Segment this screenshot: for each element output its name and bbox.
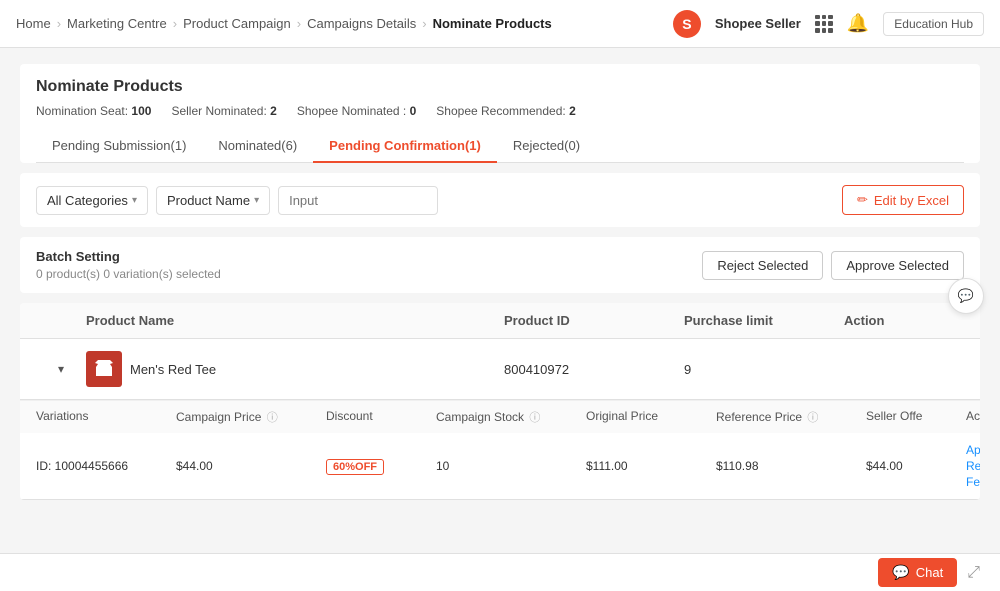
reject-selected-button[interactable]: Reject Selected <box>702 251 823 280</box>
edu-hub-button[interactable]: Education Hub <box>883 12 984 36</box>
approve-selected-button[interactable]: Approve Selected <box>831 251 964 280</box>
purchase-limit-cell: 9 <box>684 362 844 377</box>
header-action: Action <box>844 313 964 328</box>
approve-link[interactable]: Approve <box>966 443 980 457</box>
campaign-stock-info-icon[interactable]: ⓘ <box>529 412 540 424</box>
var-header-campaign-stock: Campaign Stock ⓘ <box>436 409 586 425</box>
breadcrumb-product-campaign[interactable]: Product Campaign <box>183 16 291 31</box>
table-header-row: Product Name Product ID Purchase limit A… <box>20 303 980 339</box>
nomination-stats: Nomination Seat: 100 Seller Nominated: 2… <box>36 104 964 118</box>
variation-campaign-price: $44.00 <box>176 459 326 473</box>
edit-pencil-icon: ✏ <box>857 192 868 208</box>
shopee-nominated-stat: Shopee Nominated : 0 <box>297 104 416 118</box>
header-purchase-limit: Purchase limit <box>684 313 844 328</box>
chat-icon: 💬 <box>892 564 909 581</box>
seller-nominated-stat: Seller Nominated: 2 <box>171 104 276 118</box>
discount-badge: 60%OFF <box>326 459 384 475</box>
seller-name: Shopee Seller <box>715 16 801 31</box>
filter-bar: All Categories ▾ Product Name ▾ ✏ Edit b… <box>20 173 980 227</box>
row-expand-icon[interactable]: ▾ <box>36 362 86 376</box>
variation-original-price: $111.00 <box>586 459 716 473</box>
shopee-logo: S <box>673 10 701 38</box>
page-header: Nominate Products Nomination Seat: 100 S… <box>20 64 980 163</box>
tab-pending-submission[interactable]: Pending Submission(1) <box>36 130 202 163</box>
apps-grid-icon[interactable] <box>815 15 833 33</box>
variation-actions: Approve Reject Feedback <box>966 443 980 489</box>
main-content: Nominate Products Nomination Seat: 100 S… <box>0 48 1000 591</box>
product-name-select[interactable]: Product Name ▾ <box>156 186 270 215</box>
breadcrumb-nominate-products: Nominate Products <box>433 16 552 31</box>
var-header-reference-price: Reference Price ⓘ <box>716 409 866 425</box>
batch-subtitle: 0 product(s) 0 variation(s) selected <box>36 267 221 281</box>
variation-seller-offer: $44.00 <box>866 459 966 473</box>
feedback-link[interactable]: Feedback <box>966 475 980 489</box>
var-header-campaign-price: Campaign Price ⓘ <box>176 409 326 425</box>
var-header-action: Action <box>966 409 980 425</box>
variation-reference-price: $110.98 <box>716 459 866 473</box>
product-thumbnail <box>86 351 122 387</box>
breadcrumb-marketing[interactable]: Marketing Centre <box>67 16 167 31</box>
reject-link[interactable]: Reject <box>966 459 980 473</box>
edit-by-excel-button[interactable]: ✏ Edit by Excel <box>842 185 964 215</box>
var-header-original-price: Original Price <box>586 409 716 425</box>
product-id-cell: 800410972 <box>504 362 684 377</box>
filter-left: All Categories ▾ Product Name ▾ <box>36 186 438 215</box>
variation-id: ID: 10004455666 <box>36 459 176 473</box>
top-nav: Home › Marketing Centre › Product Campai… <box>0 0 1000 48</box>
table-row: ▾ Men's Red Tee 800410972 9 <box>20 339 980 400</box>
product-name-chevron-icon: ▾ <box>254 195 259 206</box>
filter-input[interactable] <box>278 186 438 215</box>
header-product-name: Product Name <box>86 313 504 328</box>
category-select[interactable]: All Categories ▾ <box>36 186 148 215</box>
product-name-text: Men's Red Tee <box>130 362 216 377</box>
floating-action-button[interactable]: 💬 <box>948 278 984 314</box>
variation-discount: 60%OFF <box>326 459 436 473</box>
page-title: Nominate Products <box>36 78 964 96</box>
var-header-variations: Variations <box>36 409 176 425</box>
reference-price-info-icon[interactable]: ⓘ <box>807 412 818 424</box>
campaign-price-info-icon[interactable]: ⓘ <box>267 412 278 424</box>
variation-header-row: Variations Campaign Price ⓘ Discount Cam… <box>20 400 980 433</box>
tab-rejected[interactable]: Rejected(0) <box>497 130 596 163</box>
chat-bubble-icon: 💬 <box>958 288 974 304</box>
expand-icon[interactable]: ⤢ <box>967 564 980 582</box>
notification-bell-icon[interactable]: 🔔 <box>847 13 869 34</box>
tabs-bar: Pending Submission(1) Nominated(6) Pendi… <box>36 130 964 163</box>
tab-pending-confirmation[interactable]: Pending Confirmation(1) <box>313 130 497 163</box>
var-header-discount: Discount <box>326 409 436 425</box>
var-header-seller-offer: Seller Offe <box>866 409 966 425</box>
batch-title: Batch Setting <box>36 249 221 264</box>
batch-setting: Batch Setting 0 product(s) 0 variation(s… <box>20 237 980 293</box>
header-toggle-col <box>36 313 86 328</box>
category-chevron-icon: ▾ <box>132 195 137 206</box>
top-nav-right: S Shopee Seller 🔔 Education Hub <box>673 10 984 38</box>
variation-row: ID: 10004455666 $44.00 60%OFF 10 $111.00… <box>20 433 980 499</box>
breadcrumb: Home › Marketing Centre › Product Campai… <box>16 16 552 31</box>
tab-nominated[interactable]: Nominated(6) <box>202 130 313 163</box>
batch-left: Batch Setting 0 product(s) 0 variation(s… <box>36 249 221 281</box>
product-table: Product Name Product ID Purchase limit A… <box>20 303 980 500</box>
shopee-recommended-stat: Shopee Recommended: 2 <box>436 104 575 118</box>
product-info-cell: Men's Red Tee <box>86 351 504 387</box>
bottom-chat-bar: 💬 Chat ⤢ <box>0 553 1000 591</box>
breadcrumb-campaigns-details[interactable]: Campaigns Details <box>307 16 416 31</box>
header-product-id: Product ID <box>504 313 684 328</box>
nomination-seat-stat: Nomination Seat: 100 <box>36 104 151 118</box>
breadcrumb-home[interactable]: Home <box>16 16 51 31</box>
variation-campaign-stock: 10 <box>436 459 586 473</box>
variation-section: Variations Campaign Price ⓘ Discount Cam… <box>20 400 980 500</box>
batch-actions: Reject Selected Approve Selected <box>702 251 964 280</box>
chat-button[interactable]: 💬 Chat <box>878 558 957 587</box>
